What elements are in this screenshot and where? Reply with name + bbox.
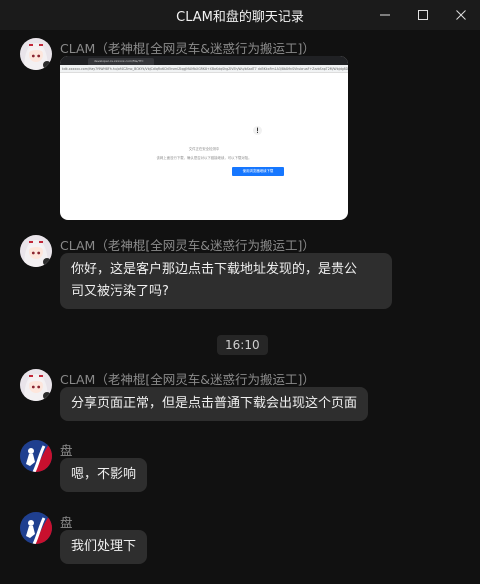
- message-item: CLAM（老神棍[全网灵车&迷惑行为搬运工]） 分享页面正常，但是点击普通下载会…: [20, 369, 460, 429]
- sender-name: CLAM（老神棍[全网灵车&迷惑行为搬运工]）: [60, 41, 315, 56]
- message-bubble[interactable]: 我们处理下: [60, 530, 148, 564]
- anime-girl-avatar-icon: [20, 235, 52, 267]
- message-line: 你好，这是客户那边点击下载地址发现的，是贵公: [71, 262, 358, 277]
- title-bar: CLAM和盘的聊天记录: [0, 0, 480, 30]
- avatar[interactable]: [20, 440, 52, 472]
- screenshot-browser-tabbar: developer.cs.xxxxxx.com/file/?f=: [60, 56, 348, 65]
- close-button[interactable]: [442, 0, 480, 30]
- screenshot-browser-tab: developer.cs.xxxxxx.com/file/?f=: [88, 58, 154, 65]
- avatar[interactable]: [20, 235, 52, 267]
- time-divider: 16:10: [217, 335, 268, 355]
- message-item: 盘 我们处理下: [20, 512, 460, 572]
- message-line: 我们处理下: [71, 539, 137, 554]
- image-message[interactable]: developer.cs.xxxxxx.com/file/?f= kdk.xxx…: [60, 56, 348, 220]
- message-bubble[interactable]: 嗯，不影响: [60, 458, 148, 492]
- sender-name: CLAM（老神棍[全网灵车&迷惑行为搬运工]）: [60, 372, 315, 387]
- message-item: 盘 嗯，不影响: [20, 440, 460, 500]
- screenshot-continue-download-button: 使用浏览器继续下载: [232, 167, 284, 176]
- window-controls: [366, 0, 480, 30]
- sender-name: 盘: [60, 515, 73, 530]
- avatar[interactable]: [20, 369, 52, 401]
- mlb-style-logo-avatar-icon: [20, 440, 52, 472]
- maximize-icon: [418, 10, 428, 20]
- message-bubble[interactable]: 分享页面正常，但是点击普通下载会出现这个页面: [60, 387, 369, 421]
- window-title: CLAM和盘的聊天记录: [176, 9, 304, 25]
- minimize-button[interactable]: [366, 0, 404, 30]
- screenshot-warning-description: 该网上面没行下载，确认是否对以下链接继续，可以下载对阻。: [156, 156, 252, 160]
- message-bubble[interactable]: 你好，这是客户那边点击下载地址发现的，是贵公 司又被污染了吗?: [60, 253, 392, 309]
- mlb-style-logo-avatar-icon: [20, 512, 52, 544]
- message-line: 分享页面正常，但是点击普通下载会出现这个页面: [71, 396, 358, 411]
- screenshot-address-bar: kdk.xxxxxx.com/Hay7f9WH8Fh.hu/of4CZmo_BO…: [60, 65, 348, 73]
- screenshot-warning-title: 文件正在安全检测中: [188, 147, 220, 151]
- sender-name: CLAM（老神棍[全网灵车&迷惑行为搬运工]）: [60, 238, 315, 253]
- warning-icon: [253, 126, 262, 135]
- avatar[interactable]: [20, 512, 52, 544]
- anime-girl-avatar-icon: [20, 369, 52, 401]
- message-line: 嗯，不影响: [71, 467, 137, 482]
- sender-name: 盘: [60, 443, 73, 458]
- message-line: 司又被污染了吗?: [71, 284, 169, 299]
- message-item: CLAM（老神棍[全网灵车&迷惑行为搬运工]） 你好，这是客户那边点击下载地址发…: [20, 235, 460, 315]
- close-icon: [456, 10, 466, 20]
- message-item: CLAM（老神棍[全网灵车&迷惑行为搬运工]） developer.cs.xxx…: [20, 38, 460, 223]
- chat-history-window: CLAM和盘的聊天记录 CLAM（老神棍[全网灵车&迷惑行为搬运工]） deve…: [0, 0, 480, 584]
- anime-girl-avatar-icon: [20, 38, 52, 70]
- minimize-icon: [380, 14, 390, 16]
- avatar[interactable]: [20, 38, 52, 70]
- maximize-button[interactable]: [404, 0, 442, 30]
